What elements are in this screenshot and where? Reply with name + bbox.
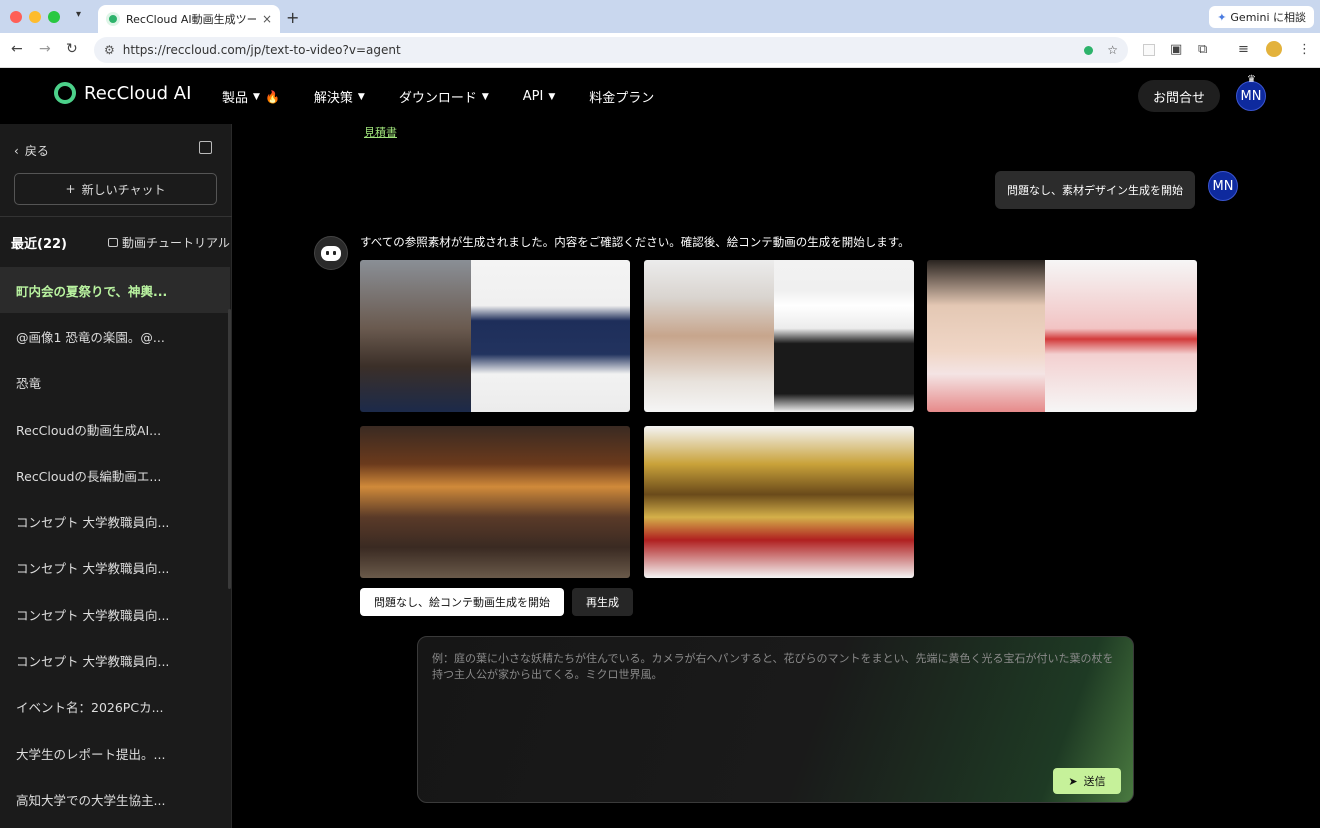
- site-header: RecCloud AI 製品 ▼ 🔥 解決策 ▼ ダウンロード ▼ API ▼ …: [0, 68, 1320, 124]
- history-item[interactable]: コンセプト 大学教職員向...: [0, 637, 230, 683]
- tab-title: RecCloud AI動画生成ツール -: [126, 13, 256, 26]
- send-label: 送信: [1083, 775, 1106, 788]
- forward-arrow-icon[interactable]: →: [39, 41, 51, 57]
- history-item[interactable]: イベント名：2026PCカ...: [0, 684, 230, 730]
- nav-products-label: 製品: [222, 91, 249, 106]
- history-item[interactable]: コンセプト 大学教職員向...: [0, 545, 230, 591]
- collapse-sidebar-icon[interactable]: [199, 141, 212, 154]
- reload-icon[interactable]: ↻: [66, 41, 78, 57]
- extension-icon[interactable]: [1143, 44, 1155, 56]
- gemini-label: Gemini に相談: [1230, 11, 1306, 24]
- reference-image-young-man[interactable]: [644, 260, 914, 412]
- new-tab-icon[interactable]: +: [286, 8, 299, 27]
- history-item[interactable]: 高知大学での大学生協主...: [0, 776, 230, 822]
- reference-image-mikoshi[interactable]: [644, 426, 914, 578]
- extensions-puzzle-icon[interactable]: ⧉: [1198, 42, 1207, 57]
- close-window-button[interactable]: [10, 11, 22, 23]
- main-nav: 製品 ▼ 🔥 解決策 ▼ ダウンロード ▼ API ▼ 料金プラン: [222, 87, 688, 106]
- chevron-down-icon: ▼: [253, 91, 260, 102]
- back-button[interactable]: ‹ 戻る: [14, 142, 49, 159]
- recent-heading: 最近(22): [11, 237, 67, 252]
- history-item[interactable]: コンセプト 大学教職員向...: [0, 498, 230, 544]
- nav-api-label: API: [522, 89, 544, 104]
- new-chat-button[interactable]: + 新しいチャット: [14, 173, 217, 205]
- reference-image-girl-yukata[interactable]: [927, 260, 1197, 412]
- send-button[interactable]: ➤ 送信: [1053, 768, 1121, 794]
- back-label: 戻る: [24, 144, 49, 158]
- approve-storyboard-button[interactable]: 問題なし、絵コンテ動画生成を開始: [360, 588, 564, 616]
- browser-tab[interactable]: RecCloud AI動画生成ツール - ×: [98, 5, 280, 33]
- nav-download-label: ダウンロード: [398, 91, 477, 106]
- sidebar-scrollbar[interactable]: [228, 309, 231, 589]
- logo-mark-icon: [54, 82, 76, 104]
- close-tab-icon[interactable]: ×: [262, 12, 272, 26]
- more-menu-icon[interactable]: ⋮: [1298, 42, 1311, 57]
- history-item[interactable]: @画像1 恐竜の楽園。@...: [0, 313, 230, 359]
- message-actions: 問題なし、絵コンテ動画生成を開始 再生成: [360, 588, 633, 616]
- history-item[interactable]: RecCloudの長編動画エ...: [0, 452, 230, 498]
- reference-image-festival-street[interactable]: [360, 426, 630, 578]
- crown-icon: ♛: [1247, 74, 1256, 85]
- bot-avatar-icon: [314, 236, 348, 270]
- browser-profile-avatar[interactable]: [1266, 41, 1282, 57]
- chat-sidebar: ‹ 戻る + 新しいチャット 最近(22) 動画チュートリアル 町内会の夏祭りで…: [0, 124, 232, 828]
- logo-text: RecCloud AI: [84, 82, 192, 104]
- contact-button[interactable]: お問合せ: [1138, 80, 1220, 112]
- video-icon: [108, 238, 118, 247]
- plus-icon: +: [65, 182, 76, 196]
- chevron-down-icon: ▼: [548, 91, 556, 102]
- chevron-down-icon: ▼: [481, 91, 489, 102]
- back-arrow-icon[interactable]: ←: [11, 41, 23, 57]
- reccloud-logo[interactable]: RecCloud AI: [54, 82, 191, 104]
- gemini-button[interactable]: ✦ Gemini に相談: [1209, 6, 1314, 28]
- nav-api[interactable]: API ▼: [523, 87, 556, 106]
- browser-tabstrip: ▾ RecCloud AI動画生成ツール - × + ✦ Gemini に相談: [0, 0, 1320, 33]
- nav-solutions-label: 解決策: [313, 91, 353, 106]
- sparkle-icon: ✦: [1217, 10, 1227, 24]
- minimize-window-button[interactable]: [29, 11, 41, 23]
- history-item[interactable]: 恐竜: [0, 360, 230, 406]
- nav-pricing[interactable]: 料金プラン: [589, 87, 654, 106]
- site-info-icon[interactable]: ⚙: [104, 43, 115, 57]
- tutorial-label: 動画チュートリアル: [122, 236, 230, 250]
- user-message: 問題なし、素材デザイン生成を開始: [995, 171, 1195, 209]
- nav-download[interactable]: ダウンロード ▼: [399, 87, 489, 106]
- media-controls-icon[interactable]: ≡: [1238, 42, 1249, 57]
- browser-toolbar: ← → ↻ ⚙ https://reccloud.com/jp/text-to-…: [0, 33, 1320, 68]
- new-chat-label: 新しいチャット: [81, 182, 166, 197]
- user-message-avatar: MN: [1208, 171, 1238, 201]
- regenerate-button[interactable]: 再生成: [572, 588, 633, 616]
- chat-main: 見積書 問題なし、素材デザイン生成を開始 MN すべての参照素材が生成されました…: [232, 124, 1320, 828]
- user-avatar[interactable]: MN: [1236, 81, 1266, 111]
- address-bar[interactable]: ⚙ https://reccloud.com/jp/text-to-video?…: [94, 37, 1128, 63]
- estimate-link[interactable]: 見積書: [364, 124, 397, 140]
- history-item[interactable]: RecCloudの動画生成AI...: [0, 406, 230, 452]
- sidebar-divider: [0, 216, 232, 217]
- video-tutorial-link[interactable]: 動画チュートリアル: [108, 234, 230, 251]
- prompt-input[interactable]: 例：庭の葉に小さな妖精たちが住んでいる。カメラが右へパンすると、花びらのマントを…: [432, 651, 1122, 683]
- chat-history-list: 町内会の夏祭りで、神輿... @画像1 恐竜の楽園。@... 恐竜 RecClo…: [0, 267, 230, 823]
- paper-plane-icon: ➤: [1068, 774, 1078, 788]
- url-text: https://reccloud.com/jp/text-to-video?v=…: [122, 43, 401, 57]
- reference-image-elderly-man[interactable]: [360, 260, 630, 412]
- nav-solutions[interactable]: 解決策 ▼: [314, 87, 365, 106]
- history-item[interactable]: コンセプト 大学教職員向...: [0, 591, 230, 637]
- chevron-down-icon: ▼: [357, 91, 365, 102]
- reccloud-favicon-icon: [106, 12, 120, 26]
- bot-message: すべての参照素材が生成されました。内容をご確認ください。確認後、絵コンテ動画の生…: [360, 235, 910, 249]
- maximize-window-button[interactable]: [48, 11, 60, 23]
- nav-products[interactable]: 製品 ▼ 🔥: [222, 87, 280, 107]
- recording-indicator-icon: [1084, 45, 1094, 55]
- chevron-left-icon: ‹: [14, 143, 19, 158]
- bookmark-star-icon[interactable]: ☆: [1107, 43, 1118, 57]
- prompt-composer[interactable]: 例：庭の葉に小さな妖精たちが住んでいる。カメラが右へパンすると、花びらのマントを…: [417, 636, 1134, 803]
- nav-pricing-label: 料金プラン: [589, 91, 655, 106]
- history-item[interactable]: 大学生のレポート提出。...: [0, 730, 230, 776]
- cast-icon[interactable]: ▣: [1170, 42, 1182, 57]
- history-item[interactable]: 町内会の夏祭りで、神輿...: [0, 267, 230, 314]
- fire-icon: 🔥: [264, 89, 280, 104]
- tab-search-icon[interactable]: ▾: [76, 9, 81, 20]
